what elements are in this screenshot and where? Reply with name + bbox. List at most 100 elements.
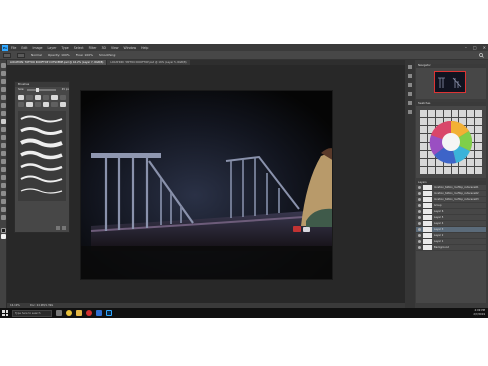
swatch[interactable] xyxy=(475,150,482,158)
blend-mode-select[interactable]: Normal xyxy=(31,53,42,57)
paths-panel-icon[interactable] xyxy=(408,110,412,114)
menu-view[interactable]: View xyxy=(111,46,119,50)
menu-window[interactable]: Window xyxy=(124,46,137,50)
swatch[interactable] xyxy=(420,166,427,174)
history-panel-icon[interactable] xyxy=(408,65,412,69)
menu-edit[interactable]: Edit xyxy=(21,46,27,50)
marquee-tool-icon[interactable] xyxy=(0,71,6,76)
brush-size-slider[interactable] xyxy=(27,88,56,92)
visibility-eye-icon[interactable] xyxy=(418,228,421,231)
maximize-button[interactable]: □ xyxy=(473,45,477,50)
menu-file[interactable]: File xyxy=(11,46,16,50)
visibility-eye-icon[interactable] xyxy=(418,210,421,213)
dodge-tool-icon[interactable] xyxy=(0,167,6,172)
menu-select[interactable]: Select xyxy=(74,46,84,50)
swatch[interactable] xyxy=(443,166,451,174)
swatch[interactable] xyxy=(475,118,482,126)
menu-type[interactable]: Type xyxy=(61,46,68,50)
visibility-eye-icon[interactable] xyxy=(418,234,421,237)
photoshop-taskbar-icon[interactable] xyxy=(106,310,112,316)
gradient-tool-icon[interactable] xyxy=(0,151,6,156)
delete-brush-icon[interactable] xyxy=(62,226,66,230)
swatch[interactable] xyxy=(420,134,427,142)
crop-tool-icon[interactable] xyxy=(0,95,6,100)
visibility-eye-icon[interactable] xyxy=(418,186,421,189)
brush-preset-picker[interactable] xyxy=(17,52,25,58)
brush-tip[interactable] xyxy=(18,102,25,107)
stamp-tool-icon[interactable] xyxy=(0,127,6,132)
history-brush-tool-icon[interactable] xyxy=(0,135,6,140)
brush-tip[interactable] xyxy=(59,95,66,100)
brush-tip[interactable] xyxy=(26,102,33,107)
swatch[interactable] xyxy=(435,166,443,174)
visibility-eye-icon[interactable] xyxy=(418,216,421,219)
task-view-icon[interactable] xyxy=(56,310,62,316)
visibility-eye-icon[interactable] xyxy=(418,240,421,243)
swatch[interactable] xyxy=(420,110,427,118)
visibility-eye-icon[interactable] xyxy=(418,192,421,195)
visibility-eye-icon[interactable] xyxy=(418,198,421,201)
shape-tool-icon[interactable] xyxy=(0,199,6,204)
quick-select-tool-icon[interactable] xyxy=(0,87,6,92)
swatch[interactable] xyxy=(427,166,435,174)
new-brush-icon[interactable] xyxy=(56,226,60,230)
zoom-tool-icon[interactable] xyxy=(0,215,6,220)
brush-size-value[interactable]: 45 px xyxy=(62,87,69,93)
opacity-field[interactable]: Opacity: 100% xyxy=(48,53,70,57)
character-panel-icon[interactable] xyxy=(408,101,412,105)
swatch[interactable] xyxy=(459,166,467,174)
menu-help[interactable]: Help xyxy=(141,46,148,50)
background-color-swatch[interactable] xyxy=(0,234,6,239)
visibility-eye-icon[interactable] xyxy=(418,222,421,225)
swatch[interactable] xyxy=(435,110,443,118)
system-tray-clock[interactable]: 4:09 PM 2/7/2019 xyxy=(473,309,485,317)
swatch[interactable] xyxy=(467,110,475,118)
swatch[interactable] xyxy=(420,142,427,150)
document-canvas[interactable] xyxy=(80,90,333,280)
brush-tip[interactable] xyxy=(26,95,33,100)
swatch[interactable] xyxy=(420,126,427,134)
healing-brush-tool-icon[interactable] xyxy=(0,111,6,116)
brush-tool-icon[interactable] xyxy=(0,119,6,124)
brush-tip[interactable] xyxy=(51,95,58,100)
lasso-tool-icon[interactable] xyxy=(0,79,6,84)
file-explorer-icon[interactable] xyxy=(76,310,82,316)
swatch[interactable] xyxy=(420,158,427,166)
minimize-button[interactable]: – xyxy=(465,45,467,50)
brush-tip[interactable] xyxy=(59,102,66,107)
brush-tip[interactable] xyxy=(34,102,41,107)
brush-tip[interactable] xyxy=(43,102,50,107)
eyedropper-tool-icon[interactable] xyxy=(0,103,6,108)
chrome-icon[interactable] xyxy=(66,310,72,316)
swatch[interactable] xyxy=(451,110,459,118)
swatch[interactable] xyxy=(420,150,427,158)
paragraph-panel-icon[interactable] xyxy=(408,92,412,96)
type-tool-icon[interactable] xyxy=(0,183,6,188)
swatch[interactable] xyxy=(451,166,459,174)
swatch[interactable] xyxy=(475,142,482,150)
swatch[interactable] xyxy=(475,134,482,142)
move-tool-icon[interactable] xyxy=(0,63,6,68)
close-button[interactable]: ✕ xyxy=(483,45,486,50)
opera-icon[interactable] xyxy=(86,310,92,316)
menu-layer[interactable]: Layer xyxy=(48,46,57,50)
tool-preset-picker[interactable] xyxy=(3,52,11,58)
blur-tool-icon[interactable] xyxy=(0,159,6,164)
flow-field[interactable]: Flow: 100% xyxy=(76,53,93,57)
eraser-tool-icon[interactable] xyxy=(0,143,6,148)
menu-3d[interactable]: 3D xyxy=(101,46,105,50)
search-icon[interactable] xyxy=(479,53,484,58)
swatch[interactable] xyxy=(475,166,482,174)
brush-tip[interactable] xyxy=(34,95,41,100)
swatch[interactable] xyxy=(459,110,467,118)
foreground-color-swatch[interactable] xyxy=(0,228,6,233)
swatch[interactable] xyxy=(475,110,482,118)
brush-tip[interactable] xyxy=(18,95,25,100)
brush-size-handle[interactable] xyxy=(35,88,39,92)
hand-tool-icon[interactable] xyxy=(0,207,6,212)
menu-image[interactable]: Image xyxy=(33,46,43,50)
taskbar-search[interactable]: Type here to search xyxy=(12,309,52,317)
navigator-thumbnail[interactable] xyxy=(434,71,466,93)
swatch[interactable] xyxy=(467,166,475,174)
brush-tip[interactable] xyxy=(43,95,50,100)
